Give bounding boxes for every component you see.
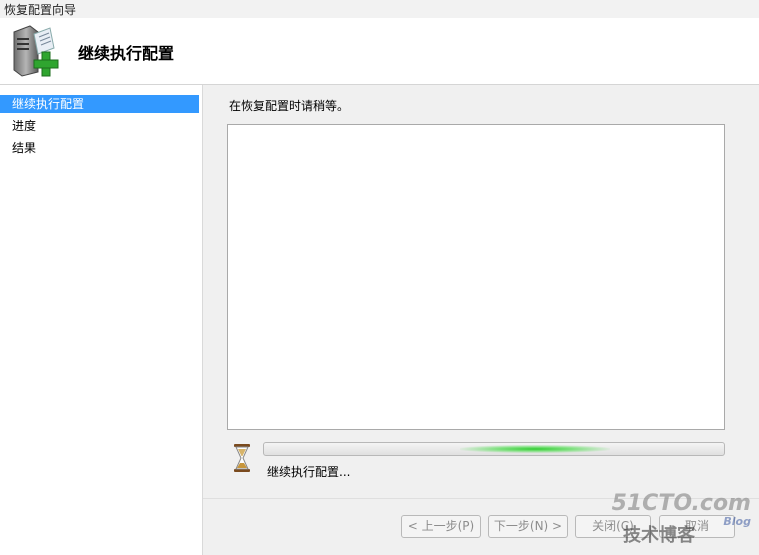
progress-bar [263,442,725,456]
watermark-line1: 51CTO.com [611,491,751,516]
instruction-text: 在恢复配置时请稍等。 [229,99,350,113]
server-plus-icon [13,25,59,77]
next-button[interactable]: 下一步(N) > [488,515,568,538]
progress-indicator [460,445,610,453]
watermark: 51CTO.com 技术博客 Blog [612,491,751,549]
back-button[interactable]: < 上一步(P) [401,515,481,538]
main-content: 在恢复配置时请稍等。 继续执行配置... < 上一步(P) 下一步(N) > 关… [203,85,759,555]
window-title: 恢复配置向导 [4,3,77,17]
watermark-line3: Blog [723,515,751,528]
log-textbox[interactable] [227,124,725,430]
page-title: 继续执行配置 [78,44,175,63]
sidebar-item-results[interactable]: 结果 [0,139,199,157]
watermark-line2: 技术博客 [623,525,695,546]
wizard-header: 继续执行配置 [0,18,759,85]
sidebar-item-continue-config[interactable]: 继续执行配置 [0,95,199,113]
title-bar[interactable]: 恢复配置向导 [0,0,759,19]
progress-status-text: 继续执行配置... [267,465,351,479]
sidebar-item-progress[interactable]: 进度 [0,117,199,135]
wizard-steps-sidebar: 继续执行配置 进度 结果 [0,85,203,555]
hourglass-icon [234,444,250,472]
